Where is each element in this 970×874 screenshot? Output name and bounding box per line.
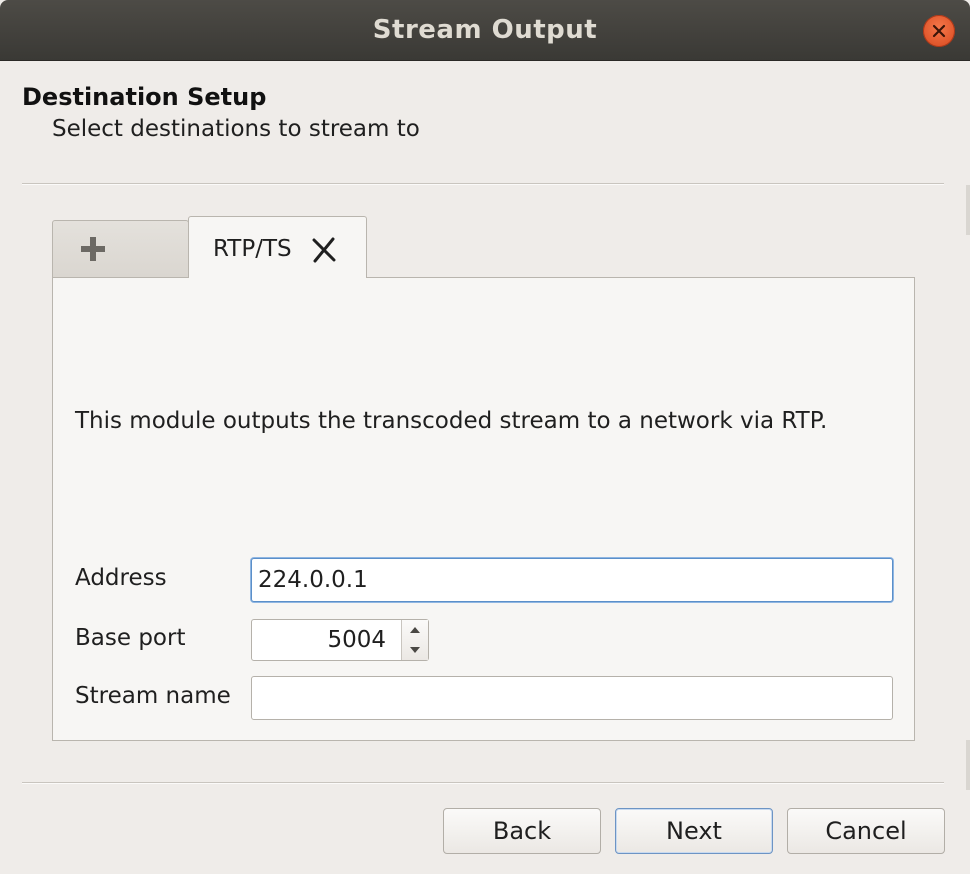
tab-rtp-ts[interactable]: RTP/TS [188, 216, 367, 278]
cancel-button[interactable]: Cancel [787, 808, 945, 854]
window-close-button[interactable] [923, 15, 955, 47]
close-x-icon [311, 237, 337, 267]
footer-separator [22, 782, 944, 784]
spin-up-button[interactable] [402, 620, 428, 640]
stream-output-dialog: Stream Output Destination Setup Select d… [0, 0, 970, 874]
stream-name-label: Stream name [75, 683, 231, 709]
tab-add-destination[interactable] [52, 220, 189, 277]
page-subtitle: Select destinations to stream to [52, 116, 420, 142]
titlebar[interactable]: Stream Output [0, 0, 970, 61]
base-port-value: 5004 [327, 627, 386, 653]
window-edge [966, 740, 970, 790]
next-button[interactable]: Next [615, 808, 773, 854]
address-input[interactable] [251, 558, 893, 602]
address-label: Address [75, 565, 167, 591]
stream-name-input[interactable] [251, 676, 893, 720]
back-button[interactable]: Back [443, 808, 601, 854]
spin-down-button[interactable] [402, 640, 428, 660]
base-port-spin-buttons [401, 620, 428, 660]
header-separator [22, 183, 944, 185]
module-description: This module outputs the transcoded strea… [75, 408, 828, 434]
page-title: Destination Setup [22, 83, 267, 111]
rtp-ts-panel: This module outputs the transcoded strea… [52, 277, 915, 741]
tab-close-button[interactable] [311, 237, 337, 263]
window-title: Stream Output [372, 15, 598, 45]
base-port-spinbox[interactable]: 5004 [251, 619, 429, 661]
tab-rtp-ts-label: RTP/TS [213, 236, 292, 262]
window-edge [966, 185, 970, 235]
base-port-label: Base port [75, 625, 186, 651]
